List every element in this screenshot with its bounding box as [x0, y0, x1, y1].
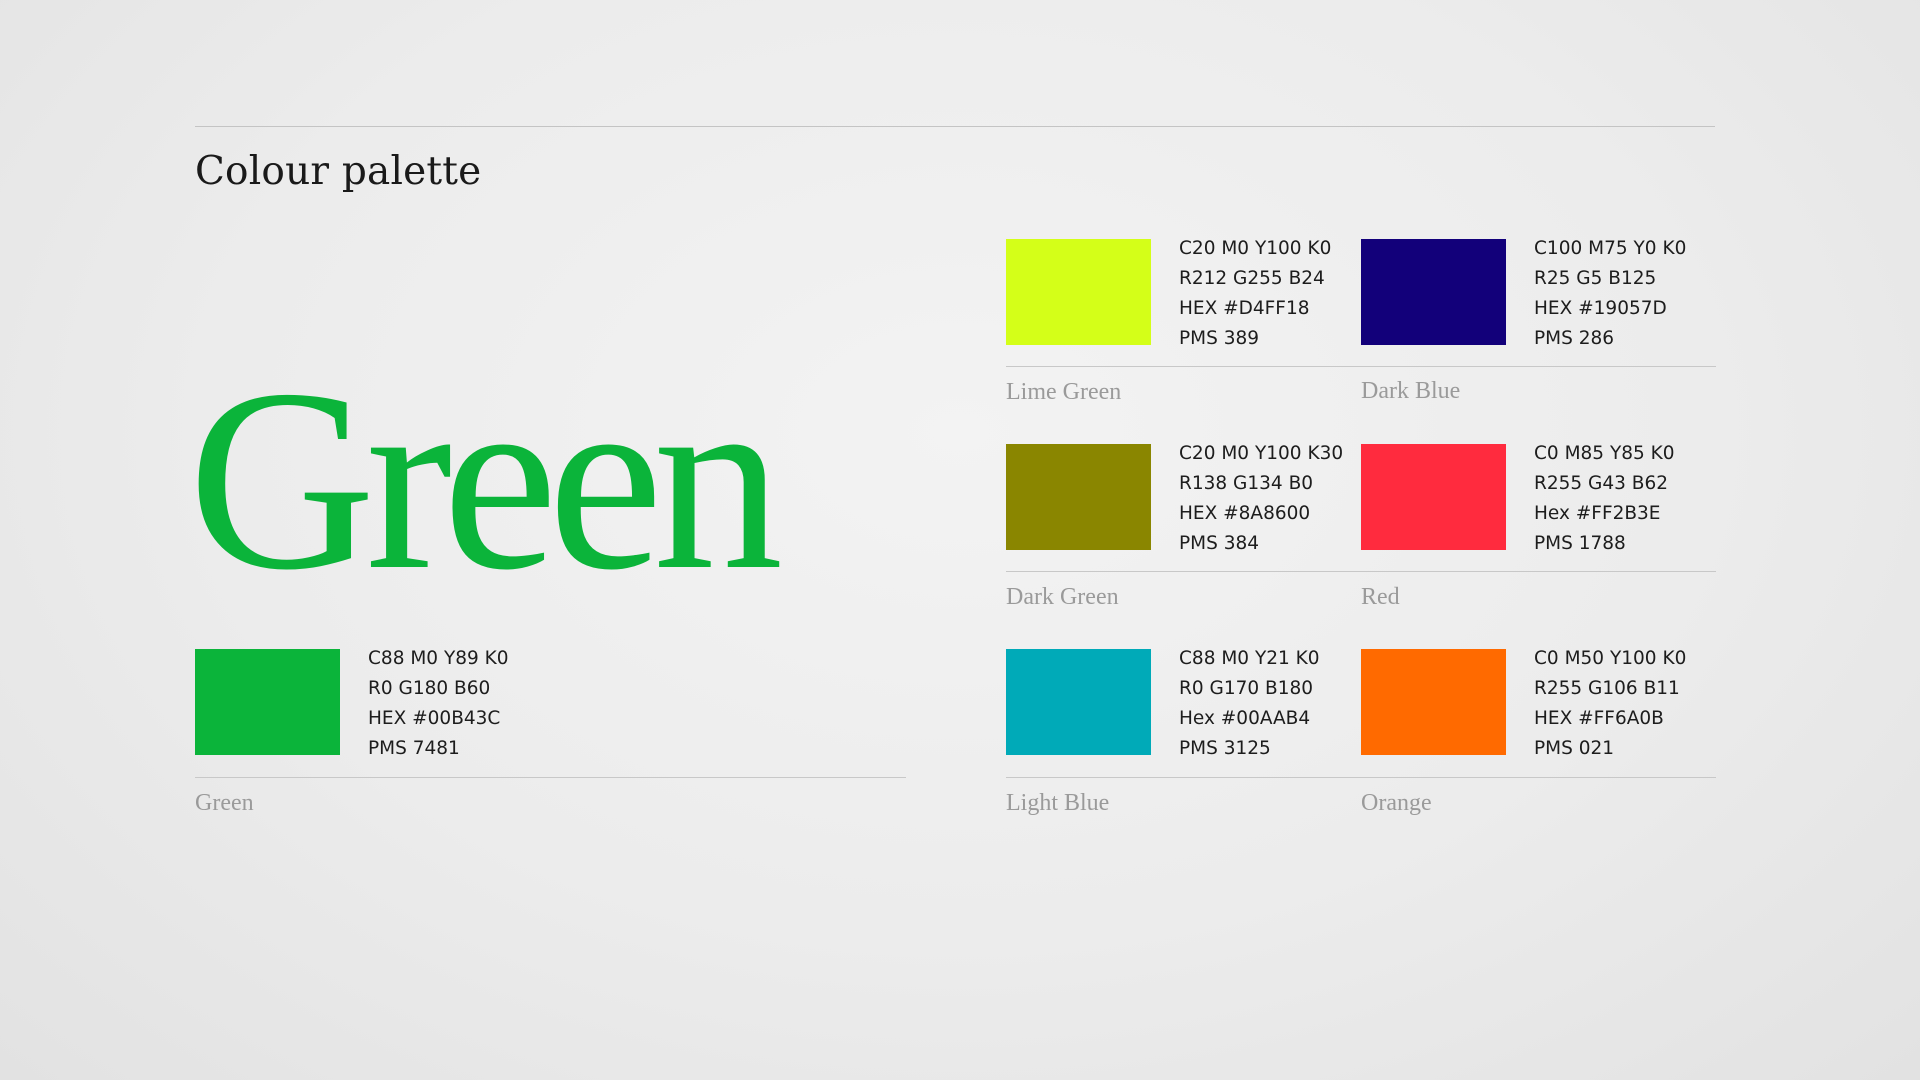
colour-specs-orange: C0 M50 Y100 K0 R255 G106 B11 HEX #FF6A0B… [1534, 644, 1686, 764]
colour-chip-dark-green [1006, 444, 1151, 550]
swatch-red: C0 M85 Y85 K0 R255 G43 B62 Hex #FF2B3E P… [1361, 443, 1675, 602]
hex-value: HEX #19057D [1534, 298, 1667, 319]
rgb-value: R212 G255 B24 [1179, 268, 1325, 289]
cmyk-value: C88 M0 Y89 K0 [368, 648, 509, 669]
divider-row-3 [1006, 777, 1716, 778]
colour-chip-lime-green [1006, 239, 1151, 345]
cmyk-value: C0 M85 Y85 K0 [1534, 443, 1675, 464]
rgb-value: R0 G170 B180 [1179, 678, 1314, 699]
colour-specs-dark-blue: C100 M75 Y0 K0 R25 G5 B125 HEX #19057D P… [1534, 234, 1686, 354]
cmyk-value: C0 M50 Y100 K0 [1534, 648, 1687, 669]
colour-chip-light-blue [1006, 649, 1151, 755]
rgb-value: R138 G134 B0 [1179, 473, 1314, 494]
divider-green [195, 777, 906, 778]
rgb-value: R25 G5 B125 [1534, 268, 1657, 289]
hex-value: Hex #FF2B3E [1534, 503, 1661, 524]
colour-specs-light-blue: C88 M0 Y21 K0 R0 G170 B180 Hex #00AAB4 P… [1179, 644, 1320, 764]
colour-specs-green: C88 M0 Y89 K0 R0 G180 B60 HEX #00B43C PM… [368, 644, 509, 764]
swatch-name-light-blue: Light Blue [1006, 790, 1110, 816]
rgb-value: R255 G106 B11 [1534, 678, 1680, 699]
hex-value: HEX #00B43C [368, 708, 501, 729]
swatch-green: C88 M0 Y89 K0 R0 G180 B60 HEX #00B43C PM… [195, 648, 509, 807]
colour-specs-dark-green: C20 M0 Y100 K30 R138 G134 B0 HEX #8A8600… [1179, 439, 1343, 559]
pms-value: PMS 1788 [1534, 533, 1626, 554]
swatch-lime-green: C20 M0 Y100 K0 R212 G255 B24 HEX #D4FF18… [1006, 238, 1331, 397]
colour-specs-red: C0 M85 Y85 K0 R255 G43 B62 Hex #FF2B3E P… [1534, 439, 1675, 559]
cmyk-value: C20 M0 Y100 K30 [1179, 443, 1344, 464]
rgb-value: R0 G180 B60 [368, 678, 491, 699]
hex-value: Hex #00AAB4 [1179, 708, 1311, 729]
swatch-dark-blue: C100 M75 Y0 K0 R25 G5 B125 HEX #19057D P… [1361, 238, 1686, 397]
top-divider [195, 126, 1715, 127]
pms-value: PMS 7481 [368, 738, 460, 759]
colour-chip-orange [1361, 649, 1506, 755]
swatch-name-dark-green: Dark Green [1006, 584, 1119, 610]
cmyk-value: C20 M0 Y100 K0 [1179, 238, 1332, 259]
hex-value: HEX #FF6A0B [1534, 708, 1664, 729]
swatch-name-red: Red [1361, 584, 1400, 610]
swatch-name-green: Green [195, 790, 254, 816]
hex-value: HEX #8A8600 [1179, 503, 1311, 524]
colour-chip-red [1361, 444, 1506, 550]
pms-value: PMS 3125 [1179, 738, 1271, 759]
swatch-name-orange: Orange [1361, 790, 1432, 816]
hex-value: HEX #D4FF18 [1179, 298, 1310, 319]
swatch-light-blue: C88 M0 Y21 K0 R0 G170 B180 Hex #00AAB4 P… [1006, 648, 1320, 807]
swatch-orange: C0 M50 Y100 K0 R255 G106 B11 HEX #FF6A0B… [1361, 648, 1686, 807]
swatch-name-lime-green: Lime Green [1006, 379, 1122, 405]
hero-colour-name: Green [188, 336, 783, 624]
colour-chip-dark-blue [1361, 239, 1506, 345]
page-title: Colour palette [195, 149, 482, 194]
pms-value: PMS 384 [1179, 533, 1260, 554]
pms-value: PMS 389 [1179, 328, 1260, 349]
swatch-name-dark-blue: Dark Blue [1361, 378, 1461, 404]
cmyk-value: C88 M0 Y21 K0 [1179, 648, 1320, 669]
divider-row-1 [1006, 366, 1716, 367]
pms-value: PMS 021 [1534, 738, 1615, 759]
pms-value: PMS 286 [1534, 328, 1615, 349]
rgb-value: R255 G43 B62 [1534, 473, 1669, 494]
swatch-dark-green: C20 M0 Y100 K30 R138 G134 B0 HEX #8A8600… [1006, 443, 1343, 602]
colour-specs-lime-green: C20 M0 Y100 K0 R212 G255 B24 HEX #D4FF18… [1179, 234, 1331, 354]
colour-chip-green [195, 649, 340, 755]
divider-row-2 [1006, 571, 1716, 572]
cmyk-value: C100 M75 Y0 K0 [1534, 238, 1687, 259]
